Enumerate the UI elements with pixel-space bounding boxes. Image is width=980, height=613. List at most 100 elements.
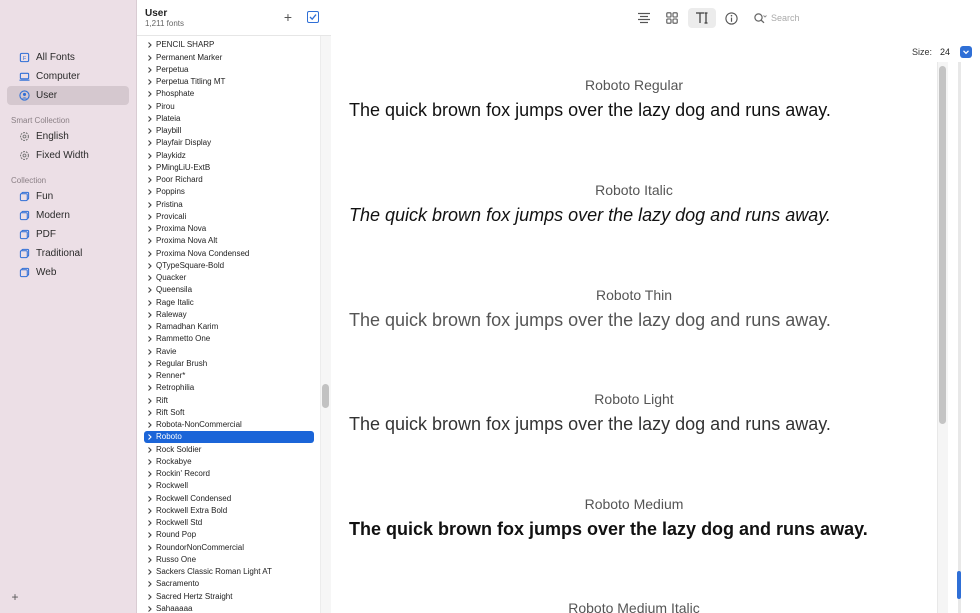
chevron-right-icon[interactable]: [147, 260, 153, 272]
chevron-right-icon[interactable]: [147, 52, 153, 64]
font-list-item[interactable]: Rift Soft: [144, 407, 314, 419]
font-list-item[interactable]: PENCIL SHARP: [144, 39, 314, 51]
sidebar-item-modern[interactable]: Modern: [7, 206, 129, 225]
grid-view-icon[interactable]: [663, 9, 681, 27]
font-list-item[interactable]: Proxima Nova: [144, 223, 314, 235]
chevron-right-icon[interactable]: [147, 456, 153, 468]
font-list-item[interactable]: PMingLiU-ExtB: [144, 162, 314, 174]
chevron-right-icon[interactable]: [147, 358, 153, 370]
chevron-right-icon[interactable]: [147, 101, 153, 113]
font-list-item[interactable]: Playfair Display: [144, 137, 314, 149]
chevron-right-icon[interactable]: [147, 542, 153, 554]
font-list-scroll-thumb[interactable]: [322, 384, 329, 408]
font-list-item[interactable]: Round Pop: [144, 529, 314, 541]
chevron-right-icon[interactable]: [147, 346, 153, 358]
font-list-item[interactable]: Retrophilia: [144, 382, 314, 394]
sidebar-item-user[interactable]: User: [7, 86, 129, 105]
font-list-item[interactable]: Proxima Nova Alt: [144, 235, 314, 247]
preview-scroll-thumb[interactable]: [939, 66, 946, 424]
font-list-item[interactable]: Playbill: [144, 125, 314, 137]
font-list-item[interactable]: Playkidz: [144, 150, 314, 162]
chevron-right-icon[interactable]: [147, 578, 153, 590]
chevron-right-icon[interactable]: [147, 64, 153, 76]
sidebar-item-english[interactable]: English: [7, 127, 129, 146]
chevron-right-icon[interactable]: [147, 162, 153, 174]
font-list-item[interactable]: Renner*: [144, 370, 314, 382]
sidebar-item-web[interactable]: Web: [7, 263, 129, 282]
font-list-item[interactable]: Poor Richard: [144, 174, 314, 186]
chevron-right-icon[interactable]: [147, 321, 153, 333]
chevron-right-icon[interactable]: [147, 395, 153, 407]
font-list-item[interactable]: Provicali: [144, 211, 314, 223]
font-list-item[interactable]: Sacramento: [144, 578, 314, 590]
font-list-item[interactable]: Ramadhan Karim: [144, 321, 314, 333]
sidebar-item-fixed-width[interactable]: Fixed Width: [7, 146, 129, 165]
font-list-item[interactable]: Rockwell Condensed: [144, 493, 314, 505]
chevron-right-icon[interactable]: [147, 493, 153, 505]
chevron-right-icon[interactable]: [147, 199, 153, 211]
chevron-right-icon[interactable]: [147, 76, 153, 88]
font-list-item[interactable]: Roboto: [144, 431, 314, 444]
chevron-right-icon[interactable]: [147, 39, 153, 51]
chevron-right-icon[interactable]: [147, 603, 153, 613]
font-list-item[interactable]: Ravie: [144, 346, 314, 358]
chevron-right-icon[interactable]: [147, 284, 153, 296]
chevron-right-icon[interactable]: [147, 309, 153, 321]
font-list-item[interactable]: Queensila: [144, 284, 314, 296]
font-list-item[interactable]: Perpetua Titling MT: [144, 76, 314, 88]
font-list-item[interactable]: Raleway: [144, 309, 314, 321]
chevron-right-icon[interactable]: [147, 554, 153, 566]
search-input[interactable]: [771, 13, 961, 23]
font-list-item[interactable]: Rockwell Std: [144, 517, 314, 529]
font-list-item[interactable]: Regular Brush: [144, 358, 314, 370]
chevron-right-icon[interactable]: [147, 566, 153, 578]
font-list-item[interactable]: Rock Soldier: [144, 444, 314, 456]
chevron-right-icon[interactable]: [147, 235, 153, 247]
font-list-item[interactable]: Plateia: [144, 113, 314, 125]
chevron-right-icon[interactable]: [147, 517, 153, 529]
font-list-item[interactable]: Russo One: [144, 554, 314, 566]
sidebar-item-pdf[interactable]: PDF: [7, 225, 129, 244]
font-list-item[interactable]: Perpetua: [144, 64, 314, 76]
sidebar-item-traditional[interactable]: Traditional: [7, 244, 129, 263]
font-list-item[interactable]: Permanent Marker: [144, 52, 314, 64]
chevron-right-icon[interactable]: [147, 591, 153, 603]
font-list-scrollbar[interactable]: [320, 36, 331, 613]
font-list-item[interactable]: Proxima Nova Condensed: [144, 248, 314, 260]
font-list-item[interactable]: Pristina: [144, 199, 314, 211]
chevron-right-icon[interactable]: [147, 431, 153, 443]
chevron-right-icon[interactable]: [147, 333, 153, 345]
font-list-item[interactable]: Robota-NonCommercial: [144, 419, 314, 431]
font-list-item[interactable]: Rockwell Extra Bold: [144, 505, 314, 517]
add-collection-button[interactable]: +: [9, 591, 21, 603]
text-align-icon[interactable]: [635, 9, 653, 27]
chevron-right-icon[interactable]: [147, 480, 153, 492]
chevron-right-icon[interactable]: [147, 150, 153, 162]
chevron-right-icon[interactable]: [147, 211, 153, 223]
font-list-item[interactable]: Rage Italic: [144, 297, 314, 309]
font-list-item[interactable]: Sackers Classic Roman Light AT: [144, 566, 314, 578]
font-list-item[interactable]: RoundorNonCommercial: [144, 542, 314, 554]
add-font-button[interactable]: +: [282, 10, 294, 24]
chevron-right-icon[interactable]: [147, 505, 153, 517]
font-list-item[interactable]: Pirou: [144, 101, 314, 113]
chevron-right-icon[interactable]: [147, 113, 153, 125]
size-dropdown-button[interactable]: [960, 46, 972, 58]
chevron-right-icon[interactable]: [147, 529, 153, 541]
font-list-item[interactable]: Poppins: [144, 186, 314, 198]
font-list-item[interactable]: Rammetto One: [144, 333, 314, 345]
sidebar-item-fun[interactable]: Fun: [7, 187, 129, 206]
chevron-right-icon[interactable]: [147, 125, 153, 137]
sidebar-item-computer[interactable]: Computer: [7, 67, 129, 86]
chevron-right-icon[interactable]: [147, 88, 153, 100]
font-list-item[interactable]: Quacker: [144, 272, 314, 284]
info-icon[interactable]: [722, 9, 740, 27]
chevron-right-icon[interactable]: [147, 407, 153, 419]
font-list-item[interactable]: Phosphate: [144, 88, 314, 100]
chevron-right-icon[interactable]: [147, 382, 153, 394]
font-list-item[interactable]: Sacred Hertz Straight: [144, 591, 314, 603]
font-list-item[interactable]: Sahaaaaa: [144, 603, 314, 613]
validate-fonts-button[interactable]: [307, 11, 319, 23]
chevron-right-icon[interactable]: [147, 370, 153, 382]
chevron-right-icon[interactable]: [147, 272, 153, 284]
